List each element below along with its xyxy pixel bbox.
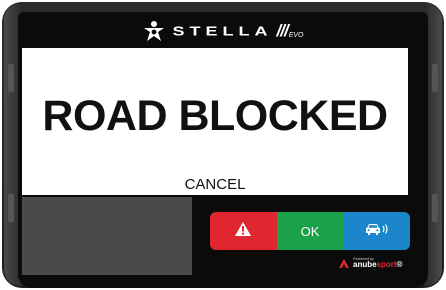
bezel-notch — [432, 64, 438, 92]
car-button[interactable] — [343, 212, 410, 250]
bezel-notch — [8, 64, 14, 92]
bezel-notch — [8, 194, 14, 222]
brand-header: STELLA /// EVO — [0, 14, 446, 48]
message-headline: ROAD BLOCKED — [42, 92, 388, 140]
cancel-button[interactable]: CANCEL — [22, 176, 408, 193]
vendor-prefix: anube — [353, 260, 377, 269]
vendor-suffix: sport — [376, 260, 397, 269]
star-figure-logo-icon — [143, 20, 165, 42]
vendor-reg: ® — [396, 260, 403, 269]
info-placeholder — [22, 197, 192, 275]
brand-edition: /// — [276, 21, 289, 40]
ok-label: OK — [300, 223, 320, 239]
powered-by-badge: Powered by anubesport® — [338, 257, 402, 269]
brand-edition-sub: EVO — [288, 32, 304, 39]
bezel-notch — [432, 194, 438, 222]
ok-button[interactable]: OK — [276, 212, 344, 250]
warning-triangle-icon — [234, 221, 252, 242]
brand-wordmark: STELLA — [172, 23, 273, 38]
alert-button[interactable] — [210, 212, 277, 250]
vendor-name: anubesport® — [353, 261, 402, 269]
car-signal-icon — [364, 222, 390, 241]
action-bar: OK — [210, 212, 410, 250]
device: STELLA /// EVO ROAD BLOCKED CANCEL OK Po… — [0, 0, 446, 290]
anubesport-logo-icon — [338, 258, 350, 269]
message-panel: ROAD BLOCKED CANCEL — [22, 48, 408, 195]
